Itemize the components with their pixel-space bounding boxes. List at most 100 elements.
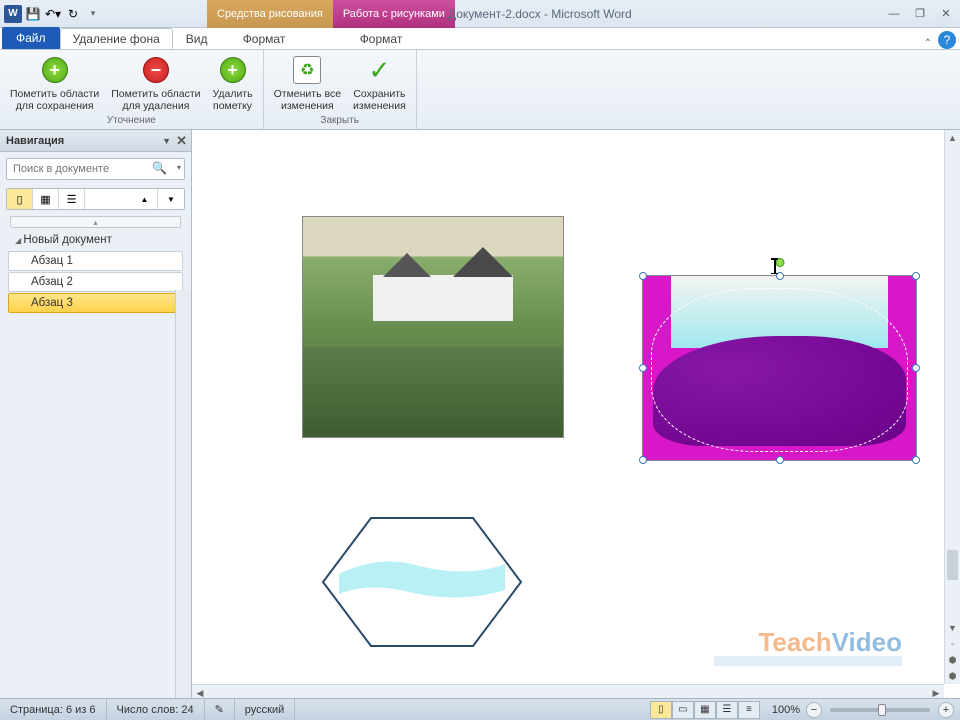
text-cursor [774,258,776,274]
ribbon: + Пометить области для сохранения − Поме… [0,50,960,130]
plus-icon: + [42,57,68,83]
status-word-count[interactable]: Число слов: 24 [107,699,205,720]
zoom-slider[interactable] [830,708,930,712]
nav-close-icon[interactable]: ✕ [176,133,187,149]
view-draft[interactable]: ≡ [738,701,760,719]
scroll-up-icon[interactable]: ▲ [945,130,960,146]
tab-format-drawing[interactable]: Формат [236,28,292,49]
nav-tab-up-icon[interactable]: ▲ [132,189,158,209]
close-button[interactable]: ✕ [936,6,956,22]
status-page[interactable]: Страница: 6 из 6 [0,699,107,720]
nav-pane-header: Навигация ▼ ✕ [0,130,191,152]
view-full-screen[interactable]: ▭ [672,701,694,719]
navigation-pane: Навигация ▼ ✕ 🔍 ▾ ▯ ▦ ☰ ▲ ▼ ▴ Новый доку… [0,130,192,700]
nav-collapse-bar[interactable]: ▴ [10,216,181,228]
nav-search: 🔍 ▾ [6,158,185,180]
nav-tab-down-icon[interactable]: ▼ [158,189,184,209]
document-title: Документ-2.docx - Microsoft Word [448,7,632,21]
resize-handle[interactable] [639,272,647,280]
restore-button[interactable]: ❐ [910,6,930,22]
minimize-button[interactable]: — [884,6,904,22]
help-button[interactable]: ? [938,31,956,49]
ribbon-collapse-icon[interactable]: ⌃ [924,38,932,49]
delete-mark-button[interactable]: + Удалить пометку [209,52,257,114]
discard-changes-button[interactable]: ♻ Отменить все изменения [270,52,345,114]
tab-remove-background[interactable]: Удаление фона [60,28,173,49]
view-web-layout[interactable]: ▦ [694,701,716,719]
nav-tree-item[interactable]: Абзац 2 [8,272,183,292]
keep-label: Сохранить изменения [353,88,406,112]
scroll-thumb[interactable] [947,550,958,580]
ribbon-group-refine: + Пометить области для сохранения − Поме… [0,50,264,129]
search-dropdown-icon[interactable]: ▾ [177,163,181,172]
status-language[interactable]: русский [235,699,295,720]
mark-remove-label: Пометить области для удаления [111,88,200,112]
nav-title: Навигация [6,135,64,147]
nav-tab-results[interactable]: ☰ [59,189,85,209]
plus-icon: + [220,57,246,83]
image-selected-magenta[interactable] [642,275,917,461]
mark-keep-label: Пометить области для сохранения [10,88,99,112]
search-icon[interactable]: 🔍 [152,161,167,175]
group-close-label: Закрыть [320,115,359,127]
zoom-out-button[interactable]: − [806,702,822,718]
contextual-drawing-header: Средства рисования [207,0,333,28]
tab-format-picture[interactable]: Формат [353,28,409,49]
nav-tab-headings[interactable]: ▯ [7,189,33,209]
tab-view[interactable]: Вид [173,28,221,49]
zoom-in-button[interactable]: + [938,702,954,718]
prev-page-icon[interactable]: ⬢ [945,652,960,668]
nav-tree-item[interactable]: Абзац 3 [8,293,183,313]
watermark-subtitle [714,656,902,666]
qat-more-icon[interactable]: ▾ [84,5,102,23]
document-page: TeachVideo [192,130,944,684]
window-controls: — ❐ ✕ [884,6,956,22]
image-house[interactable] [302,216,564,438]
view-outline[interactable]: ☰ [716,701,738,719]
resize-handle[interactable] [912,272,920,280]
redo-icon[interactable]: ↻ [64,5,82,23]
nav-view-tabs: ▯ ▦ ☰ ▲ ▼ [6,188,185,210]
ribbon-tabs: Файл Удаление фона Вид Формат Формат ⌃ ? [0,28,960,50]
minus-icon: − [143,57,169,83]
vertical-scrollbar[interactable]: ▲ ▼ ◦ ⬢ ⬢ [944,130,960,684]
undo-icon[interactable]: ↶▾ [44,5,62,23]
file-tab[interactable]: Файл [2,27,60,49]
next-page-icon[interactable]: ⬢ [945,668,960,684]
save-icon[interactable]: 💾 [24,5,42,23]
discard-label: Отменить все изменения [274,88,341,112]
watermark-part2: Video [832,627,902,657]
resize-handle[interactable] [639,364,647,372]
recycle-icon: ♻ [293,56,321,84]
title-bar: W 💾 ↶▾ ↻ ▾ Средства рисования Работа с р… [0,0,960,28]
view-print-layout[interactable]: ▯ [650,701,672,719]
contextual-tab-headers: Средства рисования Работа с рисунками [207,0,455,28]
scroll-down-icon[interactable]: ▼ [945,620,960,636]
zoom-level[interactable]: 100% [772,704,800,716]
browse-object-icon[interactable]: ◦ [945,636,960,652]
shape-hexagon[interactable] [319,514,525,650]
resize-handle[interactable] [639,456,647,464]
contextual-picture-header: Работа с рисунками [333,0,455,28]
main-area: Навигация ▼ ✕ 🔍 ▾ ▯ ▦ ☰ ▲ ▼ ▴ Новый доку… [0,130,960,700]
resize-handle[interactable] [912,364,920,372]
status-proofing-icon[interactable]: ✎ [205,699,235,720]
document-area[interactable]: ⬍ [192,130,960,700]
nav-menu-dropdown-icon[interactable]: ▼ [162,136,171,146]
mark-remove-button[interactable]: − Пометить области для удаления [107,52,204,114]
resize-handle[interactable] [776,456,784,464]
nav-tree-item[interactable]: Абзац 1 [8,251,183,271]
nav-tree-root[interactable]: Новый документ [8,230,183,250]
resize-handle[interactable] [912,456,920,464]
nav-tab-pages[interactable]: ▦ [33,189,59,209]
mark-keep-button[interactable]: + Пометить области для сохранения [6,52,103,114]
nav-tree: Новый документ Абзац 1 Абзац 2 Абзац 3 [8,230,183,313]
word-app-icon: W [4,5,22,23]
status-bar: Страница: 6 из 6 Число слов: 24 ✎ русски… [0,698,960,720]
keep-changes-button[interactable]: ✓ Сохранить изменения [349,52,410,114]
selection-lasso [651,288,908,452]
zoom-slider-thumb[interactable] [878,704,886,716]
nav-scrollbar[interactable] [175,290,191,700]
checkmark-icon: ✓ [369,55,391,86]
watermark: TeachVideo [758,627,902,658]
